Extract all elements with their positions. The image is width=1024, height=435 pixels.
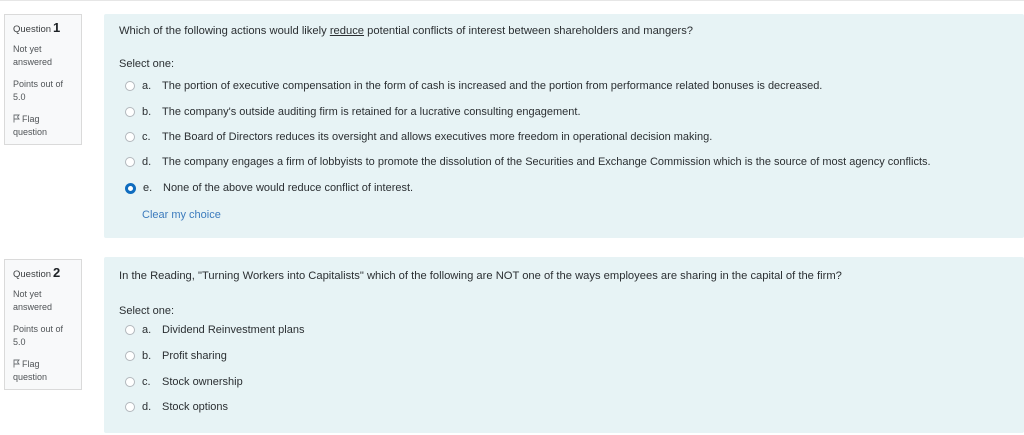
question-number: Question 1 <box>13 20 61 35</box>
question-marks: Points out of 5.0 <box>13 323 64 347</box>
radio-e-selected[interactable] <box>125 182 136 194</box>
option-text: The portion of executive compensation in… <box>162 80 823 92</box>
select-prompt: Select one: <box>119 58 175 70</box>
radio-b[interactable] <box>125 351 135 361</box>
answer-option-e[interactable]: e. None of the above would reduce confli… <box>125 180 413 196</box>
question-text: In the Reading, "Turning Workers into Ca… <box>119 270 842 282</box>
option-text: Dividend Reinvestment plans <box>162 324 305 336</box>
answer-option-b[interactable]: b. The company's outside auditing firm i… <box>125 104 581 120</box>
flag-icon <box>13 359 20 368</box>
answer-option-c[interactable]: c. The Board of Directors reduces its ov… <box>125 129 712 145</box>
radio-d[interactable] <box>125 157 135 167</box>
radio-a[interactable] <box>125 325 135 335</box>
option-text: The Board of Directors reduces its overs… <box>162 131 713 143</box>
question-number: Question 2 <box>13 265 61 280</box>
answer-option-a[interactable]: a. Dividend Reinvestment plans <box>125 322 304 338</box>
radio-c[interactable] <box>125 132 135 142</box>
question-1-formulation: Which of the following actions would lik… <box>104 14 1024 238</box>
option-text: None of the above would reduce conflict … <box>163 182 414 194</box>
answer-option-d[interactable]: d. Stock options <box>125 399 228 415</box>
question-2-info: Question 2 Not yet answered Points out of… <box>4 259 82 390</box>
question-number-value: 2 <box>53 265 61 280</box>
option-text: The company engages a firm of lobbyists … <box>162 156 931 168</box>
question-1-info: Question 1 Not yet answered Points out of… <box>4 14 82 145</box>
flag-icon <box>13 114 20 123</box>
question-state: Not yet answered <box>13 43 53 67</box>
question-number-value: 1 <box>53 20 61 35</box>
answer-option-b[interactable]: b. Profit sharing <box>125 348 227 364</box>
flag-question-button[interactable]: Flag question <box>13 358 73 384</box>
option-text: Stock ownership <box>162 376 243 388</box>
radio-a[interactable] <box>125 81 135 91</box>
radio-d[interactable] <box>125 402 135 412</box>
select-prompt: Select one: <box>119 305 175 317</box>
radio-c[interactable] <box>125 377 135 387</box>
clear-my-choice-link[interactable]: Clear my choice <box>142 209 221 221</box>
top-divider <box>0 0 1024 1</box>
option-text: The company's outside auditing firm is r… <box>162 106 581 118</box>
question-state: Not yet answered <box>13 288 53 312</box>
flag-question-button[interactable]: Flag question <box>13 113 73 139</box>
question-marks: Points out of 5.0 <box>13 78 64 102</box>
option-text: Stock options <box>162 401 229 413</box>
answer-option-a[interactable]: a. The portion of executive compensation… <box>125 78 822 94</box>
question-text: Which of the following actions would lik… <box>119 25 694 37</box>
answer-option-c[interactable]: c. Stock ownership <box>125 374 243 390</box>
answer-option-d[interactable]: d. The company engages a firm of lobbyis… <box>125 154 931 170</box>
question-2-formulation: In the Reading, "Turning Workers into Ca… <box>104 257 1024 433</box>
option-text: Profit sharing <box>162 350 227 362</box>
question-text-emphasis: reduce <box>329 25 365 37</box>
radio-b[interactable] <box>125 107 135 117</box>
